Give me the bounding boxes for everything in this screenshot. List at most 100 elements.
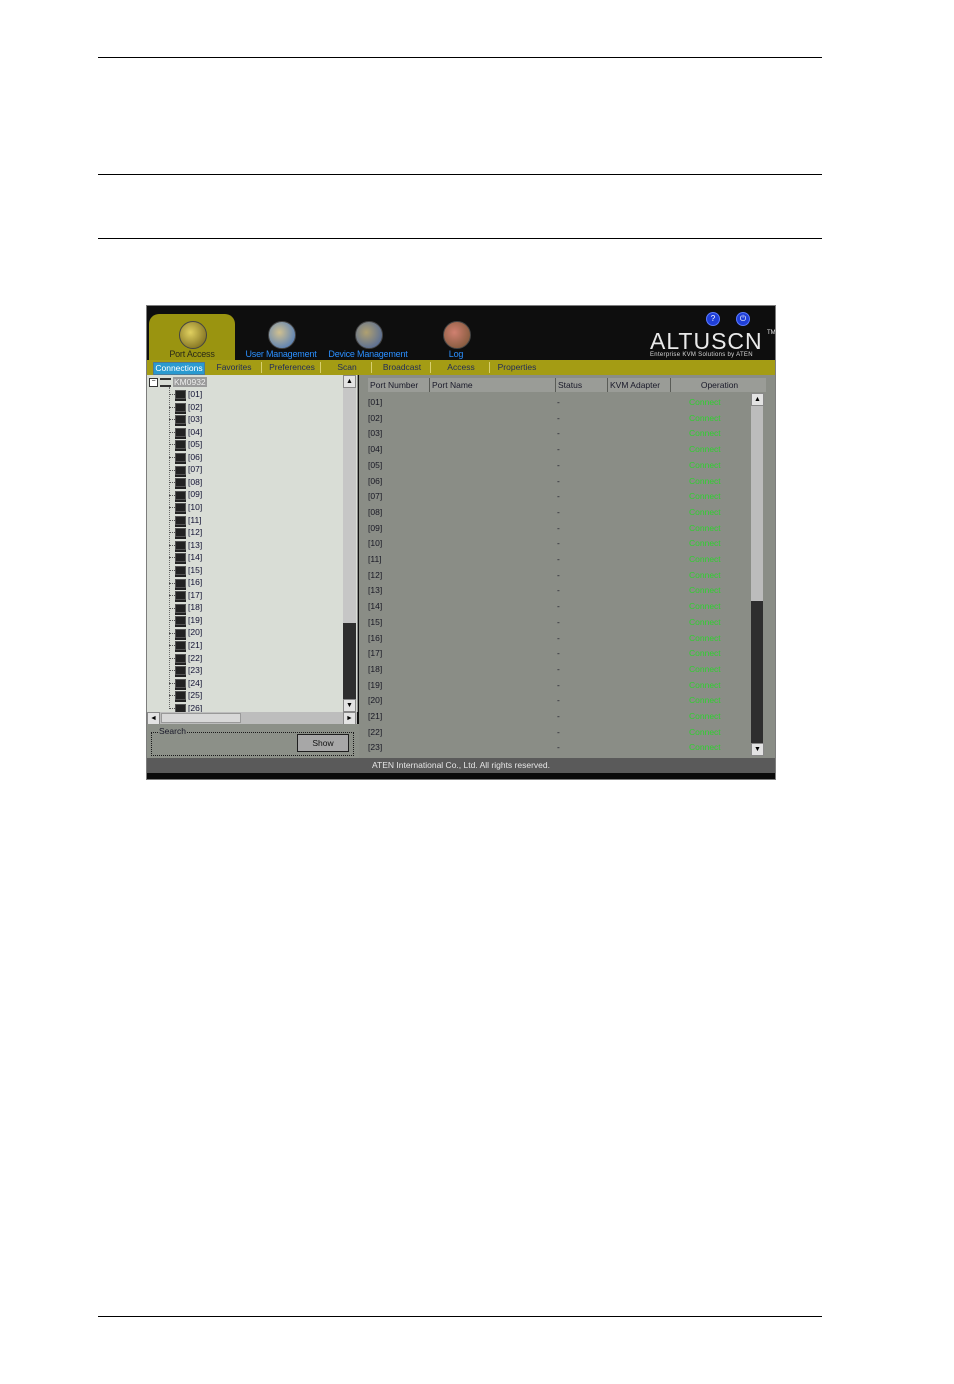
- tree-scroll-thumb[interactable]: [343, 623, 356, 700]
- table-row[interactable]: [07] - Connect: [368, 489, 748, 504]
- table-row[interactable]: [01] - Connect: [368, 395, 748, 410]
- col-port-name[interactable]: Port Name: [430, 378, 556, 392]
- logout-icon[interactable]: ⏻: [736, 312, 750, 326]
- tree-node[interactable]: [21]: [169, 639, 202, 653]
- tree-node[interactable]: [14]: [169, 551, 202, 565]
- connect-link[interactable]: Connect: [689, 693, 721, 708]
- connect-link[interactable]: Connect: [689, 678, 721, 693]
- table-row[interactable]: [20] - Connect: [368, 693, 748, 708]
- tree-horizontal-scrollbar[interactable]: ◄ ►: [147, 712, 357, 725]
- collapse-icon[interactable]: −: [149, 378, 158, 388]
- table-row[interactable]: [21] - Connect: [368, 709, 748, 724]
- connect-link[interactable]: Connect: [689, 568, 721, 583]
- nav-device-management[interactable]: Device Management: [325, 314, 411, 360]
- col-port-number[interactable]: Port Number: [368, 378, 430, 392]
- connect-link[interactable]: Connect: [689, 442, 721, 457]
- connect-link[interactable]: Connect: [689, 395, 721, 410]
- connect-link[interactable]: Connect: [689, 489, 721, 504]
- connect-link[interactable]: Connect: [689, 709, 721, 724]
- table-row[interactable]: [08] - Connect: [368, 505, 748, 520]
- tree-node[interactable]: [25]: [169, 689, 202, 703]
- connect-link[interactable]: Connect: [689, 740, 721, 755]
- connect-link[interactable]: Connect: [689, 505, 721, 520]
- table-scroll-thumb[interactable]: [751, 601, 763, 743]
- table-row[interactable]: [14] - Connect: [368, 599, 748, 614]
- help-icon[interactable]: ?: [706, 312, 720, 326]
- table-row[interactable]: [04] - Connect: [368, 442, 748, 457]
- col-kvm-adapter[interactable]: KVM Adapter: [608, 378, 671, 392]
- connect-link[interactable]: Connect: [689, 583, 721, 598]
- tree-scroll-down-icon[interactable]: ▼: [343, 699, 356, 712]
- tree-node[interactable]: [26]: [169, 702, 202, 712]
- tree-node[interactable]: [24]: [169, 677, 202, 690]
- nav-port-access[interactable]: Port Access: [149, 314, 235, 360]
- tab-scan[interactable]: Scan: [323, 362, 372, 373]
- tree-node[interactable]: [22]: [169, 652, 202, 665]
- connect-link[interactable]: Connect: [689, 662, 721, 677]
- table-row[interactable]: [09] - Connect: [368, 521, 748, 536]
- connect-link[interactable]: Connect: [689, 552, 721, 567]
- tree-node[interactable]: [10]: [169, 501, 202, 515]
- connect-link[interactable]: Connect: [689, 646, 721, 661]
- tree-root-node[interactable]: − KM0932: [149, 377, 207, 388]
- tree-node[interactable]: [08]: [169, 476, 202, 490]
- connect-link[interactable]: Connect: [689, 631, 721, 646]
- table-row[interactable]: [22] - Connect: [368, 725, 748, 740]
- connect-link[interactable]: Connect: [689, 411, 721, 426]
- nav-user-management[interactable]: User Management: [243, 314, 319, 360]
- connect-link[interactable]: Connect: [689, 599, 721, 614]
- tab-access[interactable]: Access: [433, 362, 490, 373]
- col-operation[interactable]: Operation: [671, 378, 766, 392]
- tab-preferences[interactable]: Preferences: [264, 362, 321, 373]
- table-row[interactable]: [10] - Connect: [368, 536, 748, 551]
- connect-link[interactable]: Connect: [689, 458, 721, 473]
- tree-node[interactable]: [23]: [169, 664, 202, 678]
- tree-node[interactable]: [02]: [169, 401, 202, 414]
- connect-link[interactable]: Connect: [689, 725, 721, 740]
- table-row[interactable]: [16] - Connect: [368, 631, 748, 646]
- table-row[interactable]: [06] - Connect: [368, 474, 748, 489]
- connect-link[interactable]: Connect: [689, 426, 721, 441]
- tree-hscroll-thumb[interactable]: [161, 713, 241, 723]
- tree-node[interactable]: [12]: [169, 526, 202, 540]
- tab-properties[interactable]: Properties: [492, 362, 542, 373]
- nav-log[interactable]: Log: [433, 314, 479, 360]
- table-row[interactable]: [03] - Connect: [368, 426, 748, 441]
- table-scroll-down-icon[interactable]: ▼: [751, 743, 764, 756]
- table-row[interactable]: [05] - Connect: [368, 458, 748, 473]
- tree-node[interactable]: [17]: [169, 589, 202, 603]
- col-status[interactable]: Status: [556, 378, 608, 392]
- tree-node[interactable]: [03]: [169, 413, 202, 427]
- tree-node[interactable]: [01]: [169, 388, 202, 402]
- tree-node[interactable]: [20]: [169, 626, 202, 640]
- tree-node[interactable]: [18]: [169, 601, 202, 615]
- tab-favorites[interactable]: Favorites: [207, 362, 262, 373]
- table-row[interactable]: [18] - Connect: [368, 662, 748, 677]
- show-button[interactable]: Show: [297, 734, 349, 752]
- connect-link[interactable]: Connect: [689, 474, 721, 489]
- table-row[interactable]: [11] - Connect: [368, 552, 748, 567]
- table-scroll-up-icon[interactable]: ▲: [751, 393, 764, 406]
- table-row[interactable]: [17] - Connect: [368, 646, 748, 661]
- tab-connections[interactable]: Connections: [153, 362, 205, 375]
- tree-node[interactable]: [13]: [169, 539, 202, 552]
- tree-node[interactable]: [04]: [169, 426, 202, 439]
- table-row[interactable]: [19] - Connect: [368, 678, 748, 693]
- tree-node[interactable]: [06]: [169, 451, 202, 464]
- tree-scroll-up-icon[interactable]: ▲: [343, 375, 356, 388]
- table-row[interactable]: [23] - Connect: [368, 740, 748, 755]
- table-row[interactable]: [02] - Connect: [368, 411, 748, 426]
- connect-link[interactable]: Connect: [689, 536, 721, 551]
- tree-node[interactable]: [19]: [169, 614, 202, 628]
- tree-node[interactable]: [07]: [169, 463, 202, 477]
- tree-vertical-scrollbar[interactable]: ▲ ▼: [343, 375, 356, 712]
- connect-link[interactable]: Connect: [689, 615, 721, 630]
- tree-node[interactable]: [16]: [169, 576, 202, 590]
- table-row[interactable]: [15] - Connect: [368, 615, 748, 630]
- tree-node[interactable]: [11]: [169, 514, 202, 527]
- table-row[interactable]: [13] - Connect: [368, 583, 748, 598]
- table-vertical-scrollbar[interactable]: ▲ ▼: [751, 393, 764, 756]
- tree-node[interactable]: [15]: [169, 564, 202, 577]
- tree-node[interactable]: [05]: [169, 438, 202, 452]
- connect-link[interactable]: Connect: [689, 521, 721, 536]
